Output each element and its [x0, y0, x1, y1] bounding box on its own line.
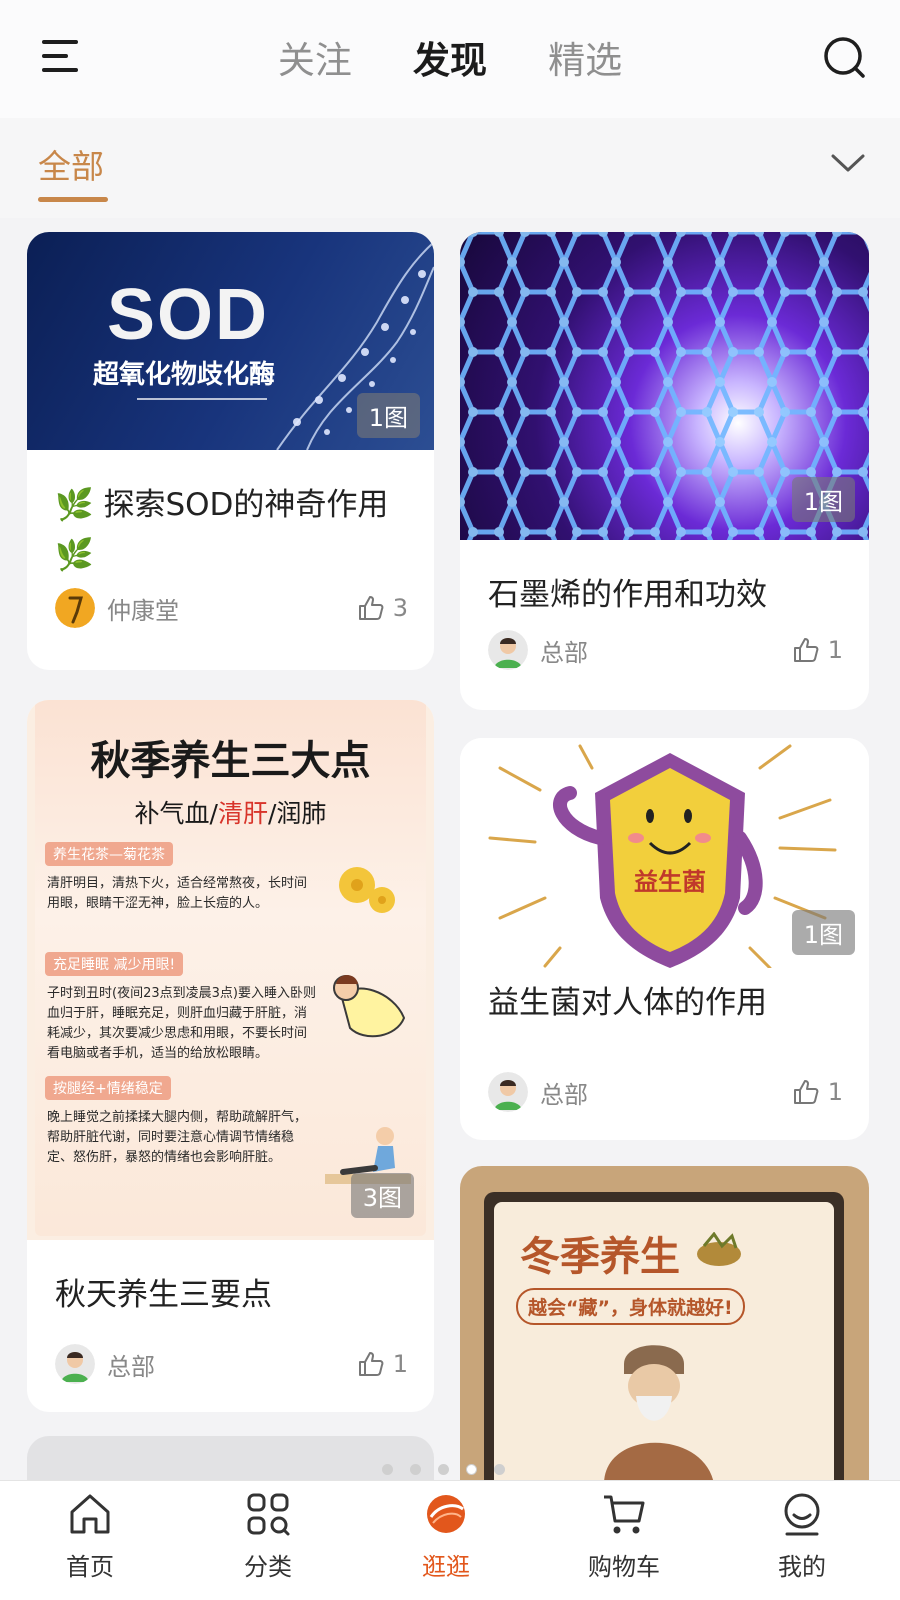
- cart-icon: [604, 1495, 645, 1534]
- post-author[interactable]: 总部: [488, 630, 588, 670]
- post-image: 冬季养生 越会“藏”，身体就越好!: [460, 1166, 869, 1480]
- bottom-nav: 首页 分类 逛逛 购物车 我的: [0, 1480, 900, 1600]
- subheading-part: /润肺: [268, 799, 327, 828]
- home-icon: [70, 1494, 110, 1534]
- chrysanthemum-icon: [339, 867, 395, 913]
- thumbs-up-icon: [358, 596, 384, 620]
- sod-subtitle-text: 超氧化物歧化酶: [93, 360, 276, 390]
- like-button[interactable]: 3: [357, 588, 408, 628]
- sod-divider: [137, 398, 267, 400]
- like-button[interactable]: 1: [792, 1072, 843, 1112]
- author-name: 仲康堂: [107, 596, 179, 625]
- subheading-part: 补气血/: [134, 799, 218, 828]
- poster-section-label: 按腿经+情绪稳定: [45, 1076, 171, 1100]
- image-count-badge: 1图: [791, 910, 855, 955]
- explore-ball-icon: [427, 1495, 465, 1533]
- image-count-badge: 1图: [791, 477, 855, 522]
- page-dot: [494, 1464, 505, 1475]
- nav-profile[interactable]: 我的: [742, 1491, 862, 1582]
- like-count: 1: [827, 636, 843, 664]
- like-button[interactable]: 1: [357, 1344, 408, 1384]
- poster-section-label: 充足睡眠 减少用眼!: [45, 952, 184, 976]
- author-name: 总部: [107, 1352, 155, 1381]
- like-count: 1: [827, 1078, 843, 1106]
- category-active-indicator: [38, 197, 108, 202]
- tab-featured[interactable]: 精选: [548, 30, 622, 84]
- avatar: [55, 588, 95, 628]
- subheading-highlight: 清肝: [217, 799, 268, 828]
- post-title: 秋天养生三要点: [55, 1277, 272, 1313]
- like-count: 1: [392, 1350, 408, 1378]
- nav-explore[interactable]: 逛逛: [386, 1491, 506, 1582]
- post-title: 益生菌对人体的作用: [488, 985, 767, 1021]
- post-author[interactable]: 仲康堂: [55, 588, 179, 628]
- poster-section-body: 子时到丑时(夜间23点到凌晨3点)要入睡入卧则血归于肝，睡眠充足，则肝血归藏于肝…: [47, 986, 316, 1061]
- post-title: 🌿 探索SOD的神奇作用 🌿: [55, 487, 389, 573]
- thumbs-up-icon: [358, 1352, 384, 1376]
- nav-label: 购物车: [588, 1553, 660, 1581]
- category-bar: 全部: [0, 118, 900, 218]
- nav-label: 逛逛: [422, 1553, 470, 1581]
- thumbs-up-icon: [793, 1080, 819, 1104]
- poster-heading: 秋季养生三大点: [90, 738, 371, 784]
- nav-home[interactable]: 首页: [30, 1491, 150, 1582]
- elder-figure-illustration: [604, 1345, 713, 1480]
- nav-label: 分类: [244, 1553, 292, 1581]
- post-image: 1图: [460, 232, 869, 540]
- poster-section-label: 养生花茶—菊花茶: [45, 842, 173, 866]
- tab-follow[interactable]: 关注: [278, 30, 352, 84]
- nav-cart[interactable]: 购物车: [564, 1491, 684, 1582]
- avatar: [488, 1072, 528, 1112]
- image-count-badge: 1图: [356, 393, 420, 438]
- avatar: [488, 630, 528, 670]
- post-image: 益生菌 1图: [460, 738, 869, 968]
- thumbs-up-icon: [793, 638, 819, 662]
- post-image: 秋季养生三大点 补气血/清肝/润肺 养生花茶—菊花茶 清肝明目，清热下火，适合经…: [27, 700, 434, 1240]
- image-count-badge: 3图: [350, 1173, 414, 1218]
- like-button[interactable]: 1: [792, 630, 843, 670]
- author-name: 总部: [540, 638, 588, 667]
- post-image: SOD 超氧化物歧化酶 1图: [27, 232, 434, 450]
- nav-label: 首页: [66, 1553, 114, 1581]
- profile-icon: [784, 1493, 820, 1536]
- top-bar: 关注 发现 精选: [0, 0, 900, 118]
- post-card-partial[interactable]: [27, 1436, 434, 1480]
- post-author[interactable]: 总部: [488, 1072, 588, 1112]
- poster-section-body: 晚上睡觉之前揉揉大腿内侧，帮助疏解肝气，帮助肝脏代谢，同时要注意心情调节情绪稳定…: [47, 1110, 308, 1165]
- probiotic-label: 益生菌: [634, 868, 706, 896]
- avatar: [55, 1344, 95, 1384]
- top-tabs: 关注 发现 精选: [0, 30, 900, 84]
- post-card[interactable]: 益生菌 1图 益生菌对人体的作用 总部 1: [460, 738, 869, 1140]
- post-card[interactable]: 秋季养生三大点 补气血/清肝/润肺 养生花茶—菊花茶 清肝明目，清热下火，适合经…: [27, 700, 434, 1412]
- post-card[interactable]: 1图 石墨烯的作用和功效 总部 1: [460, 232, 869, 710]
- post-card[interactable]: 冬季养生 越会“藏”，身体就越好!: [460, 1166, 869, 1480]
- page-dot-active: [466, 1464, 477, 1475]
- post-title: 石墨烯的作用和功效: [488, 577, 767, 613]
- search-icon[interactable]: [823, 36, 867, 80]
- poster-section-body: 清肝明目，清热下火，适合经常熬夜，长时间用眼，眼睛干涩无神，脸上长痘的人。: [47, 876, 308, 911]
- author-name: 总部: [540, 1080, 588, 1109]
- poster-subheading: 补气血/清肝/润肺: [27, 794, 434, 830]
- tab-discover[interactable]: 发现: [413, 30, 487, 84]
- winter-subheading: 越会“藏”，身体就越好!: [516, 1288, 745, 1325]
- page-dot: [438, 1464, 449, 1475]
- nav-label: 我的: [778, 1553, 826, 1581]
- sod-title-text: SOD: [107, 275, 270, 355]
- nav-category[interactable]: 分类: [208, 1491, 328, 1582]
- category-all-tab[interactable]: 全部: [38, 140, 104, 188]
- post-author[interactable]: 总部: [55, 1344, 155, 1384]
- ginseng-icon: [697, 1232, 741, 1266]
- like-count: 3: [392, 594, 408, 622]
- sleeping-person-icon: [333, 975, 406, 1038]
- page-dot: [410, 1464, 421, 1475]
- chevron-down-icon[interactable]: [830, 148, 866, 178]
- post-card[interactable]: SOD 超氧化物歧化酶 1图 🌿 探索SOD的神奇作用 🌿 仲康堂 3: [27, 232, 434, 670]
- page-dot: [382, 1464, 393, 1475]
- page-indicator: [382, 1462, 522, 1476]
- category-grid-icon: [247, 1493, 290, 1536]
- winter-heading: 冬季养生: [520, 1234, 680, 1280]
